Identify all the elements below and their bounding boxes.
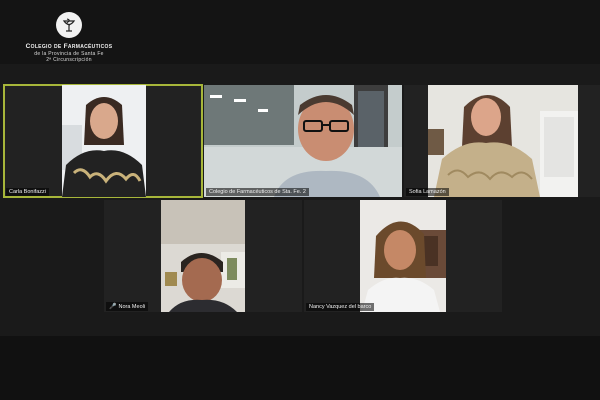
org-circunscripcion: 2ª Circunscripción (46, 57, 92, 63)
mic-muted-icon: 🎤 (109, 304, 117, 310)
participant-video (204, 85, 402, 197)
participant-name: Nancy Vazquez del barco (306, 303, 375, 311)
participant-name: Carla Bonifazzi (6, 188, 49, 196)
participant-tile-carla[interactable]: Carla Bonifazzi (3, 84, 203, 198)
bottom-bar (0, 336, 600, 400)
top-bar: Colegio de Farmacéuticos de la Provincia… (0, 0, 600, 64)
participant-video (161, 200, 245, 312)
participant-tile-colegio[interactable]: Colegio de Farmacéuticos de Sta. Fe. 2 (204, 85, 402, 197)
caduceus-cup-icon (56, 12, 82, 38)
participant-tile-nora[interactable]: 🎤 Nora Meoli (104, 200, 302, 312)
participant-video (62, 85, 146, 197)
participant-name: Colegio de Farmacéuticos de Sta. Fe. 2 (206, 188, 309, 196)
participant-name: 🎤 Nora Meoli (106, 302, 149, 311)
participant-tile-nancy[interactable]: Nancy Vazquez del barco (304, 200, 502, 312)
org-logo: Colegio de Farmacéuticos de la Provincia… (14, 12, 124, 63)
participant-video (428, 85, 578, 197)
participant-name-text: Nora Meoli (118, 304, 146, 310)
participant-name: Sofia Lamazón (406, 188, 449, 196)
participant-video (360, 200, 446, 312)
participant-tile-sofia[interactable]: Sofia Lamazón (404, 85, 600, 197)
org-name: Colegio de Farmacéuticos (25, 43, 113, 50)
